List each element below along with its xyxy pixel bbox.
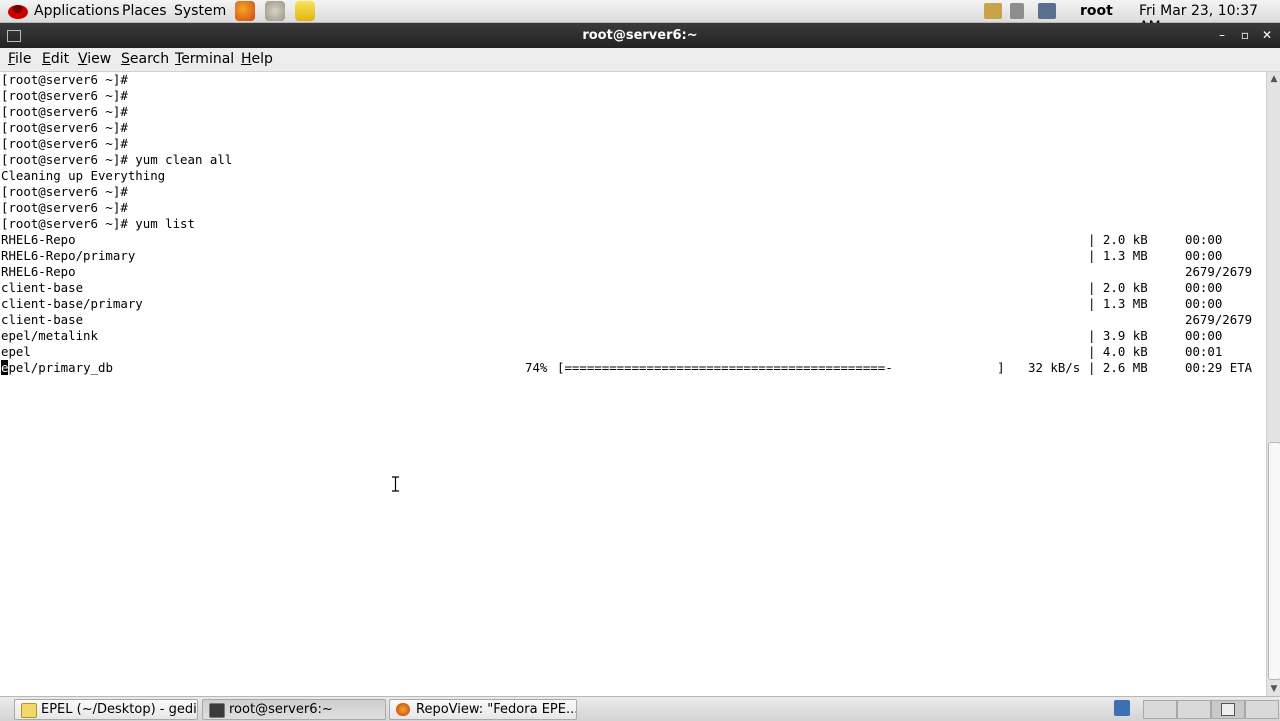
repo-name: client-base (1, 280, 84, 295)
scrollbar-thumb[interactable] (1268, 442, 1280, 680)
repo-name: RHEL6-Repo (1, 232, 76, 247)
menu-file-mnemonic: F (8, 51, 16, 67)
repo-size: | 1.3 MB (1088, 248, 1148, 263)
menu-edit-rest: dit (50, 51, 70, 67)
menu-edit[interactable]: Edit (42, 51, 69, 67)
terminal-line: [root@server6 ~]# (1, 104, 128, 119)
menu-help-rest: elp (251, 51, 273, 67)
gedit-icon (21, 703, 37, 718)
firefox-icon[interactable] (235, 1, 255, 21)
menu-file[interactable]: File (8, 51, 31, 67)
menu-search-mnemonic: S (121, 51, 130, 67)
terminal-scrollbar[interactable]: ▲ ▼ (1266, 72, 1280, 696)
terminal-line: [root@server6 ~]# (1, 120, 128, 135)
show-desktop-icon[interactable] (1114, 700, 1130, 716)
terminal-line: [root@server6 ~]# (1, 184, 128, 199)
repo-count: 2679/2679 (1185, 312, 1253, 327)
terminal-line: [root@server6 ~]# (1, 136, 128, 151)
task-label: root@server6:~ (229, 702, 333, 717)
terminal-line: [root@server6 ~]# (1, 200, 128, 215)
menu-edit-mnemonic: E (42, 51, 51, 67)
menu-search-rest: earch (129, 51, 170, 67)
task-firefox[interactable]: RepoView: "Fedora EPE... (389, 699, 577, 720)
terminal-line: [root@server6 ~]# yum clean all (1, 152, 233, 167)
menu-help-mnemonic: H (241, 51, 252, 67)
menu-help[interactable]: Help (241, 51, 273, 67)
progress-bar: [=======================================… (557, 360, 1005, 375)
menu-file-rest: ile (15, 51, 32, 67)
menu-view-mnemonic: V (78, 51, 88, 67)
task-label: RepoView: "Fedora EPE... (416, 702, 577, 717)
repo-size: | 1.3 MB (1088, 296, 1148, 311)
repo-time: 00:00 (1185, 280, 1223, 295)
repo-name: RHEL6-Repo/primary (1, 248, 136, 263)
progress-repo-name-rest: pel/primary_db (8, 360, 113, 375)
places-menu[interactable]: Places (122, 3, 167, 19)
repo-size: | 2.0 kB (1088, 232, 1148, 247)
scroll-up-arrow-icon[interactable]: ▲ (1267, 72, 1280, 86)
terminal-icon (209, 703, 225, 718)
task-terminal[interactable]: root@server6:~ (202, 699, 386, 720)
progress-eta: 00:29 ETA (1185, 360, 1253, 375)
progress-repo-name: epel/primary_db (1, 360, 113, 376)
repo-name: client-base (1, 312, 84, 327)
workspace-window-icon (1221, 703, 1235, 716)
task-gedit[interactable]: EPEL (~/Desktop) - gedit (14, 699, 198, 720)
repo-time: 00:01 (1185, 344, 1223, 359)
close-button[interactable]: ✕ (1259, 27, 1275, 43)
terminal-line: [root@server6 ~]# (1, 72, 128, 87)
notes-icon[interactable] (295, 1, 315, 21)
firefox-icon (396, 703, 410, 716)
volume-icon[interactable] (1010, 3, 1024, 19)
repo-time: 00:00 (1185, 232, 1223, 247)
repo-size: | 2.0 kB (1088, 280, 1148, 295)
repo-name: epel (1, 344, 31, 359)
terminal-line: [root@server6 ~]# (1, 88, 128, 103)
menubar: File Edit View Search Terminal Help (0, 48, 1280, 72)
repo-time: 00:00 (1185, 248, 1223, 263)
repo-name: epel/metalink (1, 328, 98, 343)
workspace-1[interactable] (1143, 700, 1177, 719)
user-label[interactable]: root (1080, 3, 1113, 19)
menu-view-rest: iew (87, 51, 112, 67)
system-menu[interactable]: System (174, 3, 226, 19)
terminal-output[interactable]: [root@server6 ~]# [root@server6 ~]# [roo… (0, 72, 1266, 696)
workspace-4[interactable] (1245, 700, 1279, 719)
window-titlebar[interactable]: root@server6:~ – ▫ ✕ (0, 23, 1280, 48)
maximize-button[interactable]: ▫ (1237, 27, 1253, 43)
terminal-line: Cleaning up Everything (1, 168, 166, 183)
progress-percent: 74% (525, 360, 548, 375)
menu-search[interactable]: Search (121, 51, 169, 67)
repo-name: RHEL6-Repo (1, 264, 76, 279)
top-panel: Applications Places System root Fri Mar … (0, 0, 1280, 35)
menu-terminal-rest: erminal (181, 51, 235, 67)
bottom-taskbar: EPEL (~/Desktop) - gedit root@server6:~ … (0, 696, 1280, 721)
progress-rate: 32 kB/s (1028, 360, 1081, 375)
display-tray-icon[interactable] (1038, 3, 1056, 19)
workspace-2[interactable] (1177, 700, 1211, 719)
repo-count: 2679/2679 (1185, 264, 1253, 279)
progress-size: | 2.6 MB (1088, 360, 1148, 375)
terminal-line: [root@server6 ~]# yum list (1, 216, 195, 231)
repo-size: | 4.0 kB (1088, 344, 1148, 359)
repo-size: | 3.9 kB (1088, 328, 1148, 343)
task-label: EPEL (~/Desktop) - gedit (41, 702, 198, 717)
repo-time: 00:00 (1185, 296, 1223, 311)
mail-icon[interactable] (265, 1, 285, 21)
repo-time: 00:00 (1185, 328, 1223, 343)
window-title: root@server6:~ (582, 28, 698, 43)
minimize-button[interactable]: – (1214, 27, 1230, 43)
network-tray-icon[interactable] (984, 3, 1002, 19)
redhat-logo-icon[interactable] (7, 2, 29, 20)
menu-terminal[interactable]: Terminal (175, 51, 234, 67)
ibeam-cursor-icon (392, 476, 399, 492)
repo-name: client-base/primary (1, 296, 143, 311)
menu-view[interactable]: View (78, 51, 111, 67)
applications-menu[interactable]: Applications (34, 3, 120, 19)
scroll-down-arrow-icon[interactable]: ▼ (1267, 682, 1280, 696)
workspace-3[interactable] (1211, 700, 1245, 719)
